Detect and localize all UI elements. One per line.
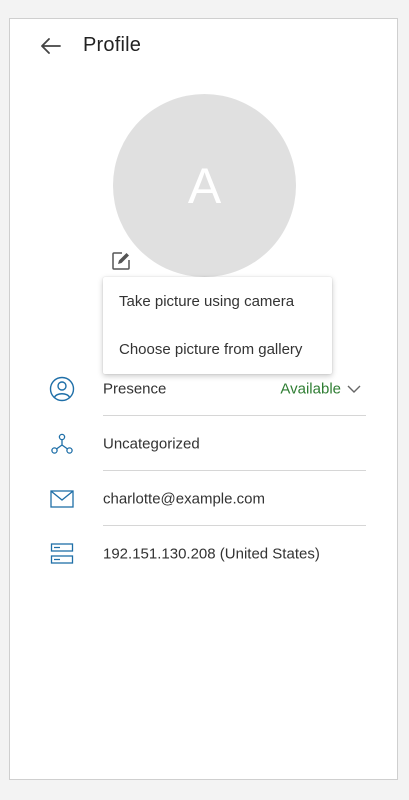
network-nodes-icon (48, 430, 76, 458)
server-icon (48, 540, 76, 568)
avatar-initial: A (187, 157, 222, 214)
edit-pencil-icon (112, 252, 130, 270)
edit-avatar-button[interactable] (109, 249, 133, 273)
user-circle-icon (48, 375, 76, 403)
category-label: Uncategorized (103, 435, 200, 452)
presence-value: Available (280, 380, 341, 397)
category-row: Uncategorized (10, 416, 397, 471)
header: Profile (10, 19, 397, 73)
presence-dropdown[interactable]: Available (280, 380, 361, 397)
ip-row: 192.151.130.208 (United States) (10, 526, 397, 581)
chevron-down-icon (347, 385, 361, 393)
avatar: A (113, 94, 296, 277)
page-title: Profile (83, 34, 142, 56)
menu-item-take-picture[interactable]: Take picture using camera (103, 277, 332, 325)
ip-label: 192.151.130.208 (United States) (103, 545, 320, 562)
email-label: charlotte@example.com (103, 490, 265, 507)
arrow-left-icon (41, 38, 61, 54)
envelope-icon (48, 485, 76, 513)
profile-screen: Profile A Take picture using camera Choo… (9, 18, 398, 780)
picture-options-menu: Take picture using camera Choose picture… (103, 277, 332, 374)
back-button[interactable] (38, 35, 64, 57)
email-row: charlotte@example.com (10, 471, 397, 526)
presence-label: Presence (103, 380, 167, 397)
menu-item-choose-gallery[interactable]: Choose picture from gallery (103, 325, 332, 374)
